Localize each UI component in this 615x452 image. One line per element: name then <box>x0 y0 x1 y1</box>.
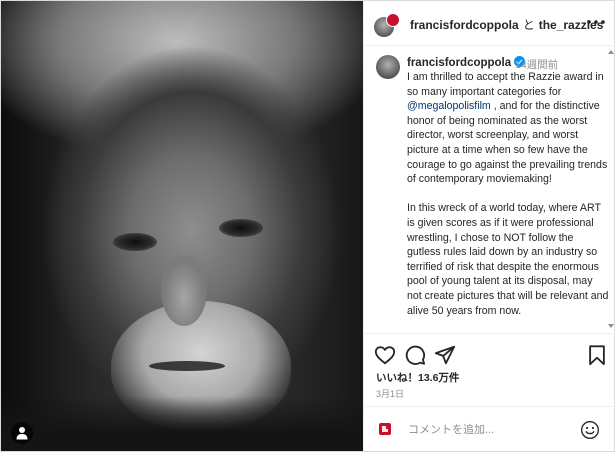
photo-nose <box>161 256 207 326</box>
post-date[interactable]: 3月1日 <box>376 387 404 400</box>
comment-icon[interactable] <box>404 344 426 366</box>
scroll-up-arrow-icon[interactable] <box>608 50 614 54</box>
caption-paragraph-2: In this wreck of a world today, where AR… <box>407 202 609 317</box>
mention-link[interactable]: @megalopolisfilm <box>407 100 491 112</box>
post-actions: いいね！13.6万件 3月1日 <box>364 333 615 404</box>
heart-icon[interactable] <box>374 344 396 366</box>
caption-text: I am thrilled to accept the Razzie award… <box>407 70 609 332</box>
scroll-down-arrow-icon[interactable] <box>608 324 614 328</box>
caption-p1-after: , and for the distinctive honor of being… <box>407 100 608 186</box>
share-icon[interactable] <box>434 344 456 366</box>
photo-left-eye <box>113 233 157 251</box>
razzie-badge-icon <box>379 423 391 435</box>
emoji-icon[interactable] <box>580 420 600 440</box>
header-separator: と <box>522 18 535 32</box>
likes-count[interactable]: いいね！13.6万件 <box>376 370 459 385</box>
comment-input[interactable] <box>408 421 558 439</box>
post-modal: francisfordcoppola と the_razzies francisfo… <box>0 0 615 452</box>
add-comment-bar <box>364 406 615 452</box>
post-photo[interactable] <box>1 1 363 451</box>
post-side-panel: francisfordcoppola と the_razzies francisfo… <box>363 1 615 451</box>
post-header: francisfordcoppola と the_razzies <box>364 1 615 46</box>
photo-right-eye <box>219 219 263 237</box>
caption-username[interactable]: francisfordcoppola <box>407 56 526 69</box>
more-options-icon[interactable] <box>586 19 606 25</box>
header-usernames: francisfordcoppola と the_razzies <box>410 16 603 33</box>
photo-mouth <box>149 361 225 371</box>
caption-paragraph-1: I am thrilled to accept the Razzie award… <box>407 70 609 187</box>
photo-shirt <box>1 396 363 451</box>
bookmark-icon[interactable] <box>586 344 608 366</box>
razzies-avatar <box>386 13 400 27</box>
caption-username-text[interactable]: francisfordcoppola <box>407 57 511 69</box>
header-user-1[interactable]: francisfordcoppola <box>410 18 519 32</box>
person-tag-icon[interactable] <box>11 422 33 444</box>
caption-scrollbar[interactable] <box>608 46 614 332</box>
caption-p1-before: I am thrilled to accept the Razzie award… <box>407 71 604 98</box>
caption-area[interactable]: francisfordcoppola 14週間前 I am thrilled t… <box>364 46 615 332</box>
collab-avatars[interactable] <box>374 13 400 39</box>
caption-avatar[interactable] <box>376 55 400 79</box>
